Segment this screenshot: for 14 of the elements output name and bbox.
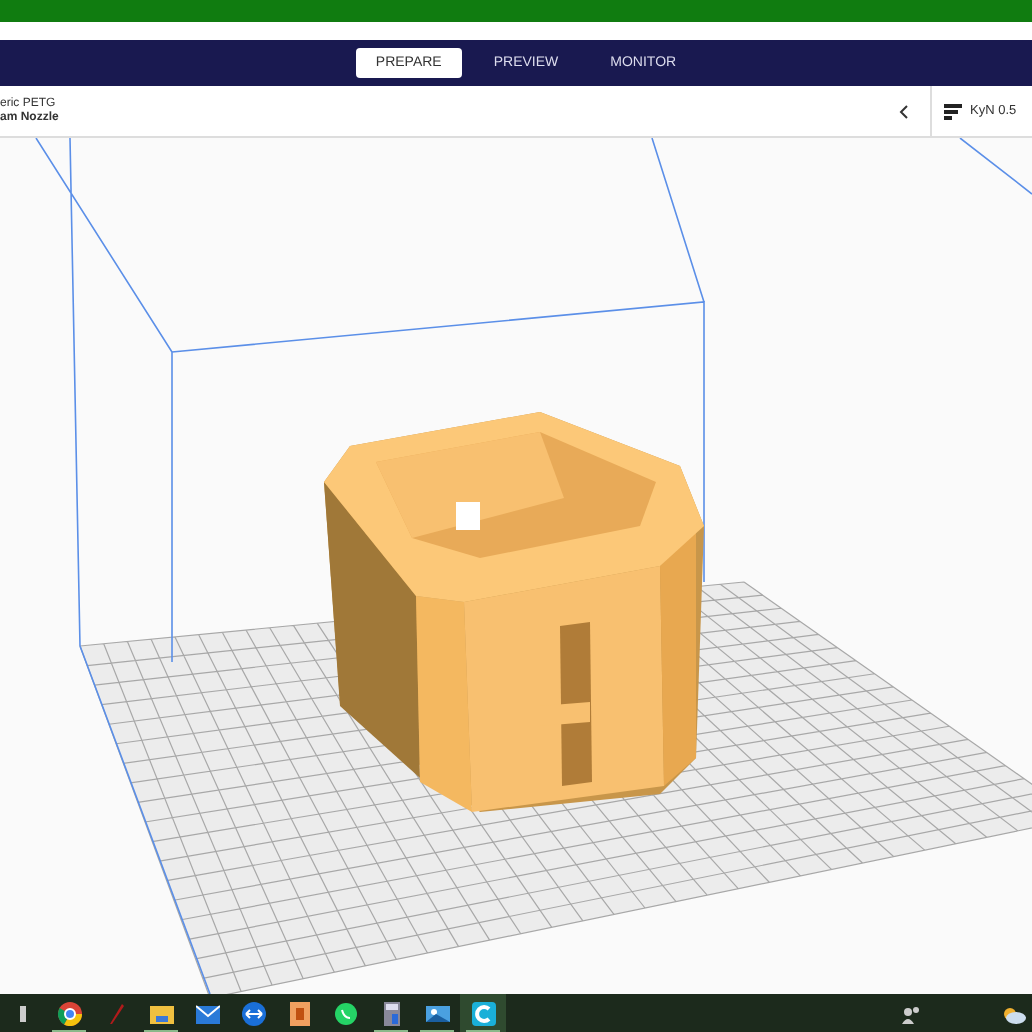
weather-cloud-icon[interactable] (1002, 1005, 1026, 1023)
start-edge-icon[interactable] (20, 1006, 26, 1022)
folder-icon (149, 1002, 173, 1026)
settings-sliders-icon[interactable] (944, 103, 962, 119)
collapse-chevron-icon[interactable] (898, 103, 910, 119)
calculator-icon (379, 1002, 403, 1026)
photo-icon (425, 1002, 449, 1026)
document-icon (287, 1002, 311, 1026)
slicer-icon (471, 1002, 495, 1026)
arrows-icon (241, 1002, 265, 1026)
browser-icon (57, 1002, 81, 1026)
mail-icon (195, 1002, 219, 1026)
chat-icon (333, 1002, 357, 1026)
people-icon[interactable] (902, 1005, 922, 1023)
